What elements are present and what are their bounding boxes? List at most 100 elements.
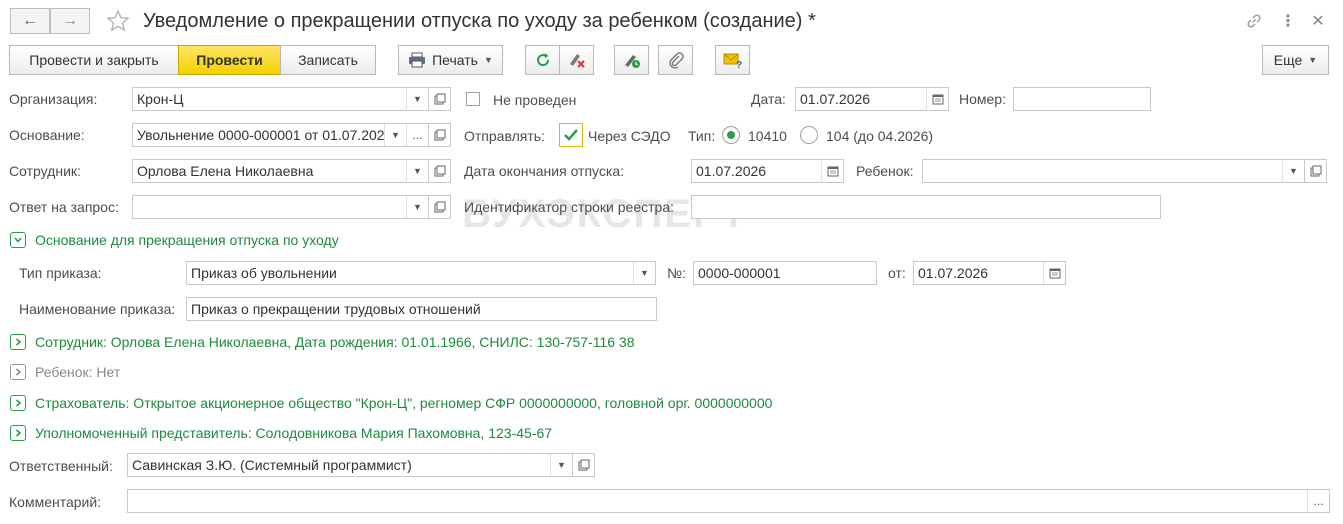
forward-button[interactable]: → — [50, 8, 90, 34]
open-icon — [1310, 165, 1321, 177]
send-via-sedo-checkbox[interactable] — [559, 123, 583, 147]
dropdown-arrow-icon[interactable]: ▼ — [550, 454, 572, 476]
more-button[interactable]: Еще ▼ — [1262, 45, 1329, 75]
order-number-label: №: — [667, 265, 686, 281]
order-type-label: Тип приказа: — [19, 265, 102, 281]
open-reply-button[interactable] — [429, 195, 451, 219]
star-icon — [106, 9, 130, 32]
chevron-right-icon — [15, 338, 22, 346]
type-option-10410-label: 10410 — [748, 128, 787, 144]
employee-group-title[interactable]: Сотрудник: Орлова Елена Николаевна, Дата… — [35, 333, 635, 351]
send-via-sedo-label: Через СЭДО — [588, 128, 671, 144]
calendar-icon[interactable] — [1043, 262, 1065, 284]
responsible-field[interactable]: Савинская З.Ю. (Системный программист) ▼ — [127, 453, 573, 477]
number-label: Номер: — [959, 91, 1006, 107]
svg-text:?: ? — [736, 60, 742, 69]
back-button[interactable]: ← — [10, 8, 50, 34]
type-option-104-label: 104 (до 04.2026) — [826, 128, 934, 144]
comment-ellipsis-icon[interactable]: ... — [1307, 490, 1329, 512]
checkmark-icon — [564, 129, 578, 141]
registry-id-label: Идентификатор строки реестра: — [464, 199, 674, 215]
leave-end-label: Дата окончания отпуска: — [464, 163, 625, 179]
post-and-close-button[interactable]: Провести и закрыть — [9, 45, 179, 75]
child-group-title[interactable]: Ребенок: Нет — [35, 363, 120, 381]
basis-field[interactable]: Увольнение 0000-000001 от 01.07.2026 ▼ .… — [132, 123, 429, 147]
favorite-button[interactable] — [104, 7, 132, 35]
number-field[interactable] — [1013, 87, 1151, 111]
edit-history-button[interactable] — [614, 45, 649, 75]
more-vertical-button[interactable]: ⋮ — [1276, 10, 1300, 32]
open-child-button[interactable] — [1305, 159, 1327, 183]
open-basis-button[interactable] — [429, 123, 451, 147]
attach-button[interactable] — [658, 45, 693, 75]
dropdown-arrow-icon[interactable]: ▼ — [633, 262, 655, 284]
more-label: Еще — [1273, 52, 1303, 68]
refresh-button[interactable] — [525, 45, 560, 75]
order-date-field[interactable]: 01.07.2026 — [913, 261, 1066, 285]
child-field[interactable]: ▼ — [922, 159, 1305, 183]
date-field[interactable]: 01.07.2026 — [795, 87, 949, 111]
mail-help-button[interactable]: ? — [715, 45, 750, 75]
arrow-left-icon: ← — [22, 12, 38, 29]
responsible-value: Савинская З.Ю. (Системный программист) — [132, 457, 412, 473]
close-button[interactable]: ✕ — [1306, 10, 1330, 32]
basis-group-title[interactable]: Основание для прекращения отпуска по ухо… — [35, 231, 339, 249]
chevron-right-icon — [15, 399, 22, 407]
leave-end-field[interactable]: 01.07.2026 — [691, 159, 844, 183]
save-label: Записать — [298, 52, 358, 68]
post-button[interactable]: Провести — [178, 45, 281, 75]
reply-field[interactable]: ▼ — [132, 195, 429, 219]
representative-group-toggle[interactable] — [10, 425, 26, 441]
order-number-field[interactable]: 0000-000001 — [693, 261, 877, 285]
employee-field[interactable]: Орлова Елена Николаевна ▼ — [132, 159, 429, 183]
dropdown-arrow-icon[interactable]: ▼ — [406, 88, 428, 110]
dropdown-arrow-icon: ▼ — [1308, 55, 1318, 65]
chevron-right-icon — [15, 368, 22, 376]
select-ellipsis-icon[interactable]: ... — [406, 124, 428, 146]
child-label: Ребенок: — [856, 163, 914, 179]
open-organization-button[interactable] — [429, 87, 451, 111]
save-button[interactable]: Записать — [280, 45, 376, 75]
print-button[interactable]: Печать ▼ — [398, 45, 503, 75]
order-type-field[interactable]: Приказ об увольнении ▼ — [186, 261, 656, 285]
organization-field[interactable]: Крон-Ц ▼ — [132, 87, 429, 111]
not-posted-label: Не проведен — [493, 92, 577, 108]
pen-clock-icon — [624, 55, 640, 68]
registry-id-field[interactable] — [691, 195, 1161, 219]
order-date-label: от: — [888, 265, 906, 281]
date-label: Дата: — [751, 91, 786, 107]
open-responsible-button[interactable] — [573, 453, 595, 477]
open-employee-button[interactable] — [429, 159, 451, 183]
reply-label: Ответ на запрос: — [9, 199, 119, 215]
dropdown-arrow-icon[interactable]: ▼ — [1282, 160, 1304, 182]
post-label: Провести — [196, 52, 263, 68]
type-radio-10410[interactable] — [722, 126, 740, 144]
cancel-posting-button[interactable] — [559, 45, 594, 75]
close-icon: ✕ — [1311, 13, 1325, 30]
link-button[interactable] — [1242, 10, 1266, 32]
representative-group-title[interactable]: Уполномоченный представитель: Солодовник… — [35, 424, 552, 442]
dropdown-arrow-icon[interactable]: ▼ — [406, 160, 428, 182]
calendar-icon[interactable] — [821, 160, 843, 182]
insurer-group-toggle[interactable] — [10, 395, 26, 411]
basis-label: Основание: — [9, 127, 85, 143]
calendar-icon[interactable] — [926, 88, 948, 110]
responsible-label: Ответственный: — [9, 458, 113, 474]
order-name-field[interactable]: Приказ о прекращении трудовых отношений — [186, 297, 657, 321]
insurer-group-title[interactable]: Страхователь: Открытое акционерное общес… — [35, 394, 772, 412]
organization-label: Организация: — [9, 91, 98, 107]
open-icon — [434, 93, 445, 105]
chevron-down-icon — [14, 237, 22, 243]
child-group-toggle[interactable] — [10, 364, 26, 380]
basis-value: Увольнение 0000-000001 от 01.07.2026 — [137, 127, 385, 143]
arrow-right-icon: → — [62, 12, 78, 29]
comment-field[interactable]: ... — [127, 489, 1330, 513]
employee-group-toggle[interactable] — [10, 334, 26, 350]
not-posted-checkbox[interactable] — [466, 92, 480, 106]
dropdown-arrow-icon[interactable]: ▼ — [384, 124, 406, 146]
basis-group-toggle[interactable] — [10, 232, 26, 248]
dropdown-arrow-icon[interactable]: ▼ — [406, 196, 428, 218]
employee-value: Орлова Елена Николаевна — [137, 163, 314, 179]
order-name-value: Приказ о прекращении трудовых отношений — [191, 301, 481, 317]
type-radio-104[interactable] — [800, 126, 818, 144]
